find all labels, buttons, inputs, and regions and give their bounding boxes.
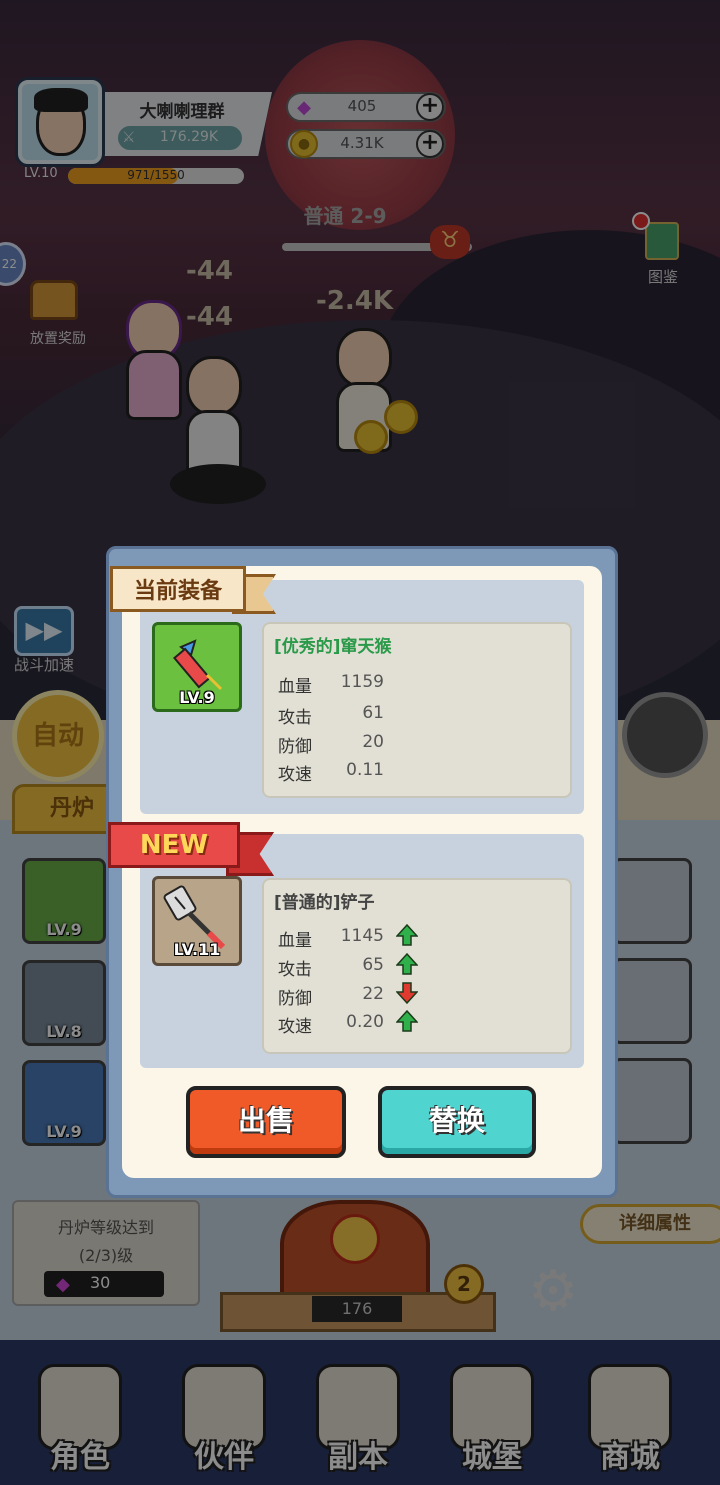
replace-button[interactable]: 替换 (378, 1086, 536, 1158)
stat-up-arrow-icon (396, 1010, 418, 1032)
stat-value: 0.11 (346, 760, 384, 780)
current-item-level: LV.9 (179, 688, 215, 707)
stat-value: 0.20 (346, 1012, 384, 1032)
stat-down-arrow-icon (396, 982, 418, 1004)
stat-up-arrow-icon (396, 953, 418, 975)
stat-value: 1159 (340, 672, 384, 692)
stat-value: 20 (362, 732, 384, 752)
new-item-level: LV.11 (173, 940, 221, 959)
stat-value: 65 (362, 955, 384, 975)
sell-button[interactable]: 出售 (186, 1086, 346, 1158)
stat-value: 61 (362, 703, 384, 723)
stat-value: 1145 (340, 926, 384, 946)
stat-up-arrow-icon (396, 924, 418, 946)
current-item-name: [优秀的]窜天猴 (274, 637, 392, 657)
stat-value: 22 (362, 984, 384, 1004)
new-item-banner: NEW (108, 822, 240, 868)
new-item-name: [普通的]铲子 (274, 893, 375, 913)
current-equipment-banner: 当前装备 (110, 566, 246, 612)
